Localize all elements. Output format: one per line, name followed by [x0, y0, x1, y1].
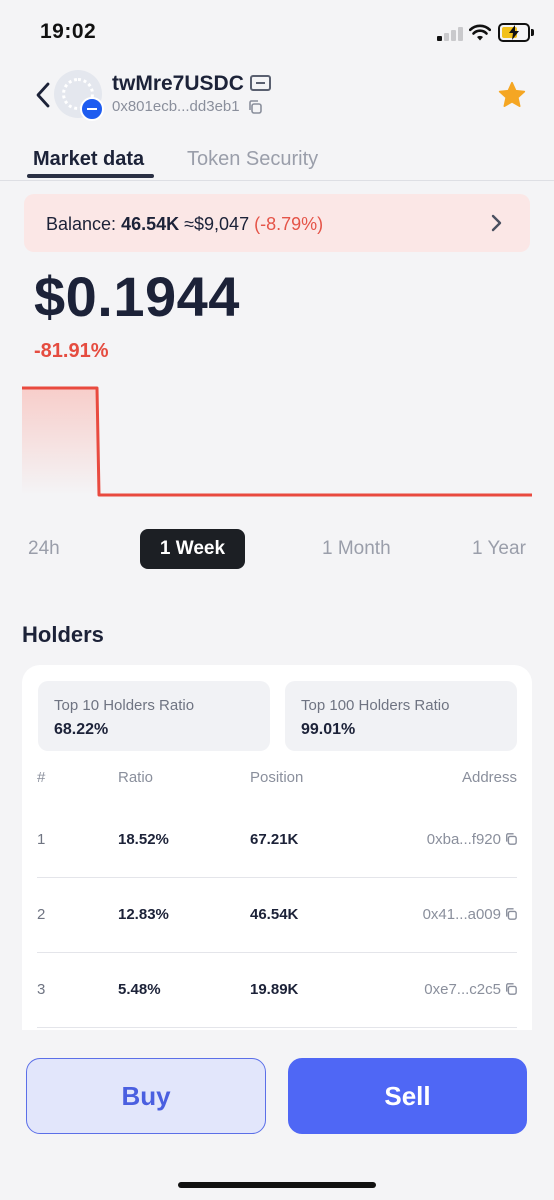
- token-name: twMre7USDC: [112, 72, 244, 95]
- tab-active-indicator: [27, 174, 154, 178]
- ticket-icon[interactable]: [250, 75, 271, 91]
- table-row: 2 12.83% 46.54K 0x41...a009: [37, 878, 517, 953]
- home-indicator[interactable]: [178, 1182, 376, 1188]
- top100-label: Top 100 Holders Ratio: [301, 697, 450, 714]
- chart-area: [22, 388, 99, 495]
- holders-card: Top 10 Holders Ratio 68.22% Top 100 Hold…: [22, 665, 532, 1030]
- buy-button[interactable]: Buy: [26, 1058, 266, 1134]
- tab-market-data[interactable]: Market data: [33, 148, 144, 171]
- holder-rank: 3: [37, 981, 46, 998]
- copy-icon[interactable]: [505, 908, 517, 920]
- copy-icon[interactable]: [505, 983, 517, 995]
- holder-position: 46.54K: [250, 906, 299, 923]
- copy-icon[interactable]: [505, 833, 517, 845]
- tab-bar: Market data Token Security: [0, 140, 554, 181]
- range-1-month[interactable]: 1 Month: [322, 538, 391, 560]
- holder-address: 0xe7...c2c5: [424, 981, 501, 998]
- range-1-year[interactable]: 1 Year: [472, 538, 526, 560]
- balance-value: ≈$9,047: [184, 214, 250, 234]
- top100-value: 99.01%: [301, 721, 356, 738]
- battery-icon: [498, 23, 530, 42]
- token-price: $0.1944: [34, 265, 240, 328]
- holder-rank: 1: [37, 831, 46, 848]
- balance-change: (-8.79%): [254, 214, 324, 234]
- table-row: 1 18.52% 67.21K 0xba...f920: [37, 803, 517, 878]
- range-1-week[interactable]: 1 Week: [140, 529, 245, 569]
- holder-ratio: 5.48%: [118, 981, 161, 998]
- chart-line: [22, 386, 532, 497]
- token-address: 0x801ecb...dd3eb1: [112, 98, 240, 115]
- holder-position: 67.21K: [250, 831, 299, 848]
- table-row: 3 5.48% 19.89K 0xe7...c2c5: [37, 953, 517, 1028]
- holder-ratio: 18.52%: [118, 831, 169, 848]
- top10-value: 68.22%: [54, 721, 109, 738]
- top10-label: Top 10 Holders Ratio: [54, 697, 195, 714]
- holder-rank: 2: [37, 906, 46, 923]
- holder-address: 0x41...a009: [422, 906, 501, 923]
- column-header-address: Address: [461, 769, 517, 786]
- chevron-right-icon: [491, 214, 502, 232]
- balance-card[interactable]: Balance: 46.54K ≈$9,047 (-8.79%): [24, 194, 530, 252]
- copy-icon[interactable]: [248, 100, 262, 114]
- column-header-ratio: Ratio: [118, 769, 154, 786]
- column-header-rank: #: [37, 769, 46, 786]
- wifi-icon: [469, 24, 491, 41]
- range-24h[interactable]: 24h: [28, 538, 60, 560]
- top10-ratio-box: Top 10 Holders Ratio 68.22%: [38, 681, 270, 751]
- chain-badge-icon: [80, 97, 104, 121]
- tab-token-security[interactable]: Token Security: [187, 148, 318, 171]
- favorite-star-icon[interactable]: [497, 80, 527, 110]
- holder-address: 0xba...f920: [426, 831, 501, 848]
- price-chart[interactable]: [0, 370, 554, 520]
- balance-label: Balance:: [46, 214, 117, 234]
- holder-ratio: 12.83%: [118, 906, 169, 923]
- balance-amount: 46.54K: [121, 214, 180, 234]
- holder-position: 19.89K: [250, 981, 299, 998]
- signal-icon: [437, 27, 465, 41]
- chevron-left-icon: [36, 82, 50, 108]
- sell-button[interactable]: Sell: [288, 1058, 527, 1134]
- status-bar: 19:02: [0, 0, 554, 64]
- balance-text: Balance: 46.54K ≈$9,047 (-8.79%): [46, 214, 323, 235]
- battery-cap: [531, 29, 534, 36]
- top100-ratio-box: Top 100 Holders Ratio 99.01%: [285, 681, 517, 751]
- price-change: -81.91%: [34, 340, 109, 362]
- status-time: 19:02: [40, 20, 97, 43]
- column-header-position: Position: [250, 769, 304, 786]
- holders-title: Holders: [22, 622, 104, 647]
